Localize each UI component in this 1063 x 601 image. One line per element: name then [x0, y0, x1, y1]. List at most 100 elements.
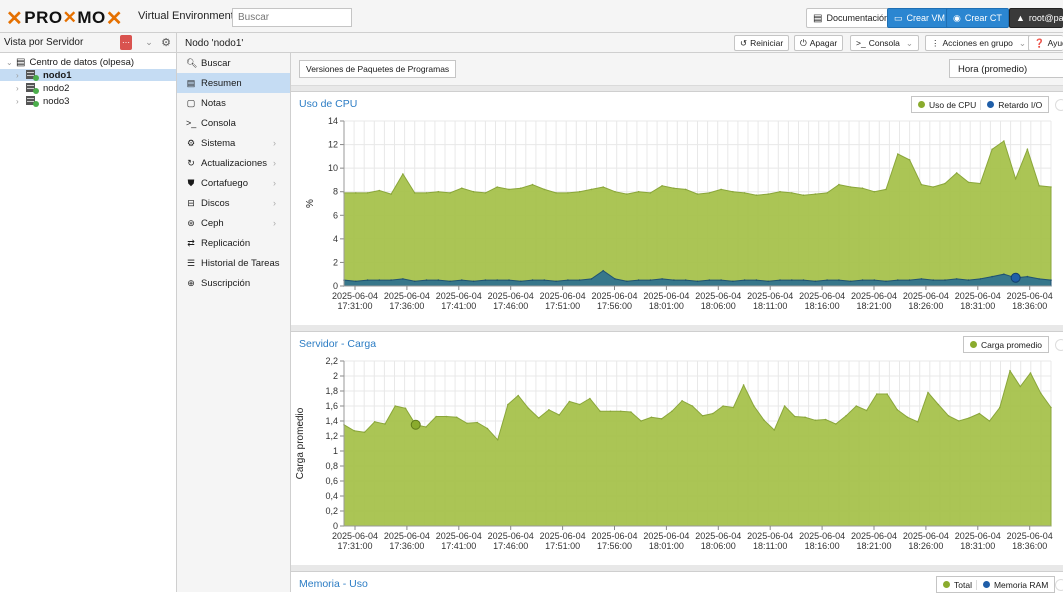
reboot-button[interactable]: ↺ Reiniciar [734, 35, 790, 51]
menu-item-discos[interactable]: ⊟ Discos › [177, 193, 290, 213]
y-tick-label: 2 [333, 371, 338, 381]
data-point [937, 403, 940, 406]
menu-item-consola[interactable]: >_ Consola [177, 113, 290, 133]
legend-item[interactable]: Carga promedio [970, 340, 1042, 350]
data-point [626, 280, 628, 283]
tree-item-label: nodo2 [43, 82, 70, 94]
chart-title: Uso de CPU [299, 98, 358, 110]
data-point [630, 411, 632, 413]
tree-item-nodo2[interactable]: › nodo2 [0, 82, 176, 94]
menu-item-ceph[interactable]: ⊛ Ceph › [177, 213, 290, 233]
data-point [413, 192, 416, 194]
timeframe-select[interactable]: Hora (promedio) [949, 59, 1063, 78]
data-point [779, 279, 781, 281]
tree-item-nodo3[interactable]: › nodo3 [0, 95, 176, 107]
question-circle-icon: ❓ [1034, 37, 1045, 48]
x-tick-label-date: 2025-06-04 [384, 531, 430, 541]
data-point [865, 409, 868, 412]
menu-item-notas[interactable]: ▢ Notas [177, 93, 290, 113]
help-button[interactable]: ❓ Ayuda [1028, 35, 1063, 51]
x-tick-label-date: 2025-06-04 [851, 291, 897, 301]
data-point [578, 279, 581, 281]
menu-item-replicación[interactable]: ⇄ Replicación [177, 233, 290, 253]
data-point [814, 419, 817, 422]
create-ct-button[interactable]: ◉ Crear CT [946, 8, 1009, 28]
legend-item[interactable]: Uso de CPU [918, 100, 976, 110]
bulk-actions-button[interactable]: ⋮ Acciones en grupo ⌄ [925, 35, 1033, 51]
legend-item[interactable]: Total [943, 580, 972, 590]
x-tick-label-date: 2025-06-04 [488, 531, 534, 541]
data-point [660, 418, 663, 420]
data-point [944, 279, 946, 281]
create-vm-button[interactable]: ▭ Crear VM [887, 8, 953, 28]
data-point [445, 415, 448, 418]
data-point [835, 423, 837, 425]
legend-dot-icon [982, 581, 990, 588]
data-point [520, 187, 522, 189]
chart-title: Servidor - Carga [299, 338, 377, 350]
view-selector[interactable]: Vista por Servidor ⋯ ⌄ ⚙ [0, 33, 176, 53]
data-point [637, 279, 640, 281]
y-tick-label: 1,2 [325, 431, 338, 441]
menu-item-historial-de-tareas[interactable]: ☰ Historial de Tareas [177, 253, 290, 273]
proxmox-logo[interactable]: ✕ PRO ✕ MO ✕ [6, 8, 123, 30]
data-point [1026, 275, 1029, 278]
data-point [1038, 185, 1040, 187]
tree-toggle-icon[interactable]: › [16, 71, 26, 80]
data-point [496, 439, 499, 441]
data-point [390, 193, 392, 195]
console-button[interactable]: >_ Consola ⌄ [850, 35, 920, 51]
restore-zoom-icon[interactable] [1055, 99, 1063, 111]
chevron-down-icon[interactable]: ⌄ [143, 35, 155, 50]
menu-item-resumen[interactable]: ▤ Resumen [177, 73, 290, 93]
tree-item-nodo1[interactable]: › nodo1 [0, 69, 176, 81]
data-point [720, 188, 722, 191]
terminal-icon: >_ [186, 118, 197, 128]
data-point [701, 415, 704, 417]
x-tick-label-date: 2025-06-04 [332, 531, 378, 541]
data-point [578, 403, 581, 406]
data-point [979, 182, 982, 185]
data-point [908, 279, 911, 281]
x-tick-label-time: 17:46:00 [493, 301, 528, 311]
tree-item-datacenter[interactable]: ⌄ ▤ Centro de datos (olpesa) [0, 56, 176, 68]
chart-legend: Uso de CPU Retardo I/O [911, 96, 1050, 113]
restore-zoom-icon[interactable] [1055, 339, 1063, 351]
menu-item-cortafuego[interactable]: ⛊ Cortafuego › [177, 173, 290, 193]
x-tick-label-time: 17:36:00 [389, 301, 424, 311]
package-versions-button[interactable]: Versiones de Paquetes de Programas [299, 60, 457, 78]
gear-icon[interactable]: ⚙ [160, 35, 172, 50]
monitor-icon: ▭ [894, 12, 903, 23]
search-input[interactable]: Buscar [232, 8, 352, 27]
node-title: Nodo 'nodo1' [185, 38, 244, 49]
menu-item-actualizaciones[interactable]: ↻ Actualizaciones › [177, 153, 290, 173]
data-point [484, 279, 487, 281]
data-point [568, 400, 571, 403]
restore-zoom-icon[interactable] [1055, 579, 1063, 591]
documentation-button[interactable]: ▤ Documentación [806, 8, 896, 28]
x-tick-label-date: 2025-06-04 [747, 531, 793, 541]
x-tick-label-time: 17:56:00 [597, 301, 632, 311]
legend-item[interactable]: Retardo I/O [980, 99, 1042, 110]
x-tick-label-date: 2025-06-04 [643, 531, 689, 541]
data-point [637, 190, 640, 193]
tree-toggle-icon[interactable]: › [16, 97, 26, 106]
menu-item-sistema[interactable]: ⚙ Sistema › [177, 133, 290, 153]
x-tick-label-date: 2025-06-04 [903, 531, 949, 541]
data-point [802, 279, 805, 281]
menu-item-suscripción[interactable]: ⊕ Suscripción [177, 273, 290, 293]
menu-item-label: Replicación [201, 237, 251, 249]
legend-item[interactable]: Memoria RAM [975, 579, 1048, 590]
data-point [681, 400, 683, 402]
menu-item-buscar[interactable]: 🔍︎ Buscar [177, 53, 290, 73]
tree-toggle-icon[interactable]: › [16, 84, 26, 93]
data-point [755, 279, 758, 281]
y-tick-label: 1,8 [325, 386, 338, 396]
data-point [978, 412, 981, 415]
user-menu-button[interactable]: ▲ root@pam [1009, 8, 1063, 28]
data-point [814, 280, 817, 283]
shutdown-button[interactable]: ⏻ Apagar [794, 35, 844, 51]
data-point [671, 410, 673, 413]
view-selector-label: Vista por Servidor [4, 37, 84, 48]
tree-toggle-icon[interactable]: ⌄ [6, 58, 14, 67]
